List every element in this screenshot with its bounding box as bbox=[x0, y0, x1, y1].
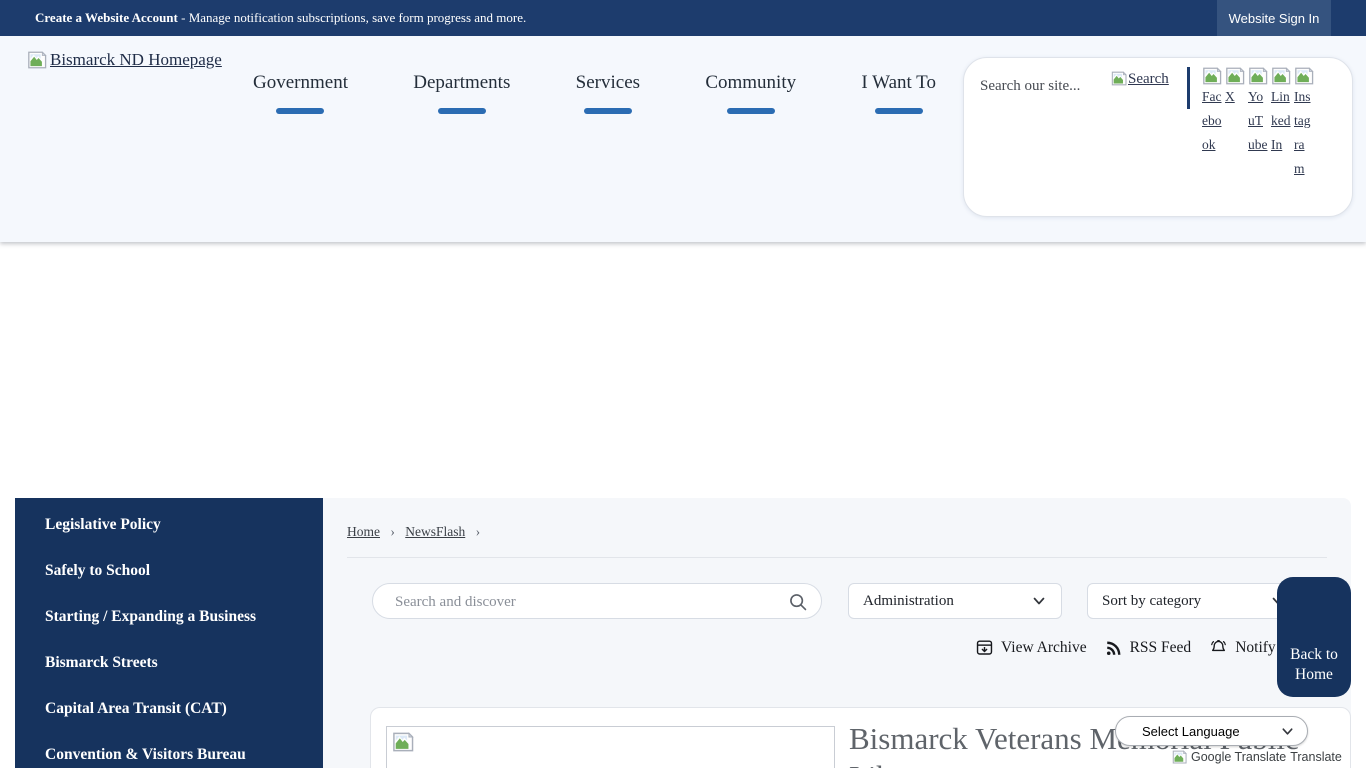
page: Create a Website Account - Manage notifi… bbox=[0, 0, 1366, 768]
google-translate-attribution: Google Translate Translate bbox=[1172, 750, 1342, 764]
broken-image-icon bbox=[392, 732, 414, 752]
nav-label: Government bbox=[253, 70, 348, 96]
broken-image-icon bbox=[27, 51, 47, 69]
vertical-divider bbox=[1187, 67, 1190, 109]
broken-image-icon bbox=[1225, 67, 1245, 85]
search-alt-text: Search bbox=[1128, 71, 1169, 88]
site-header: Bismarck ND Homepage Government Departme… bbox=[0, 36, 1366, 242]
breadcrumb-divider bbox=[347, 557, 1327, 558]
nav-underline bbox=[584, 108, 632, 114]
news-item-image-placeholder bbox=[386, 726, 835, 768]
language-select-value: Select Language bbox=[1142, 724, 1240, 739]
sidebar-item-capital-area-transit[interactable]: Capital Area Transit (CAT) bbox=[15, 686, 323, 732]
breadcrumb-home-link[interactable]: Home bbox=[347, 524, 380, 539]
nav-item-departments[interactable]: Departments bbox=[413, 70, 510, 114]
social-alt-text[interactable]: X bbox=[1225, 85, 1245, 109]
view-archive-link[interactable]: View Archive bbox=[975, 638, 1087, 657]
social-alt-text[interactable]: LinkedIn bbox=[1271, 85, 1291, 157]
site-search-panel: Search our site... Search Facebook X bbox=[963, 57, 1353, 217]
chevron-down-icon bbox=[1280, 724, 1295, 739]
sidebar-item-legislative-policy[interactable]: Legislative Policy bbox=[15, 502, 323, 548]
nav-underline bbox=[276, 108, 324, 114]
broken-image-icon bbox=[1202, 67, 1222, 85]
sidebar-item-bismarck-streets[interactable]: Bismarck Streets bbox=[15, 640, 323, 686]
sort-filter-value: Sort by category bbox=[1102, 593, 1201, 610]
rss-feed-link[interactable]: RSS Feed bbox=[1105, 639, 1192, 657]
sidebar-item-safely-to-school[interactable]: Safely to School bbox=[15, 548, 323, 594]
social-alt-text[interactable]: YouTube bbox=[1248, 85, 1268, 157]
nav-item-community[interactable]: Community bbox=[705, 70, 796, 114]
website-sign-in-button[interactable]: Website Sign In bbox=[1217, 0, 1331, 36]
account-promo-rest: - Manage notification subscriptions, sav… bbox=[178, 10, 526, 25]
social-link-x[interactable]: X bbox=[1225, 67, 1245, 181]
social-link-instagram[interactable]: Instagram bbox=[1294, 67, 1314, 181]
main-navigation: Government Departments Services Communit… bbox=[253, 70, 936, 114]
nav-label: Services bbox=[576, 70, 640, 96]
nav-item-services[interactable]: Services bbox=[576, 70, 640, 114]
language-select[interactable]: Select Language bbox=[1115, 716, 1308, 746]
site-search-input[interactable]: Search our site... bbox=[980, 78, 1080, 95]
category-filter-select[interactable]: Administration bbox=[848, 583, 1062, 619]
left-sidebar-nav: Legislative Policy Safely to School Star… bbox=[15, 498, 323, 768]
nav-underline bbox=[727, 108, 775, 114]
view-archive-label: View Archive bbox=[1001, 639, 1087, 657]
nav-label: I Want To bbox=[861, 70, 936, 96]
home-logo-link[interactable]: Bismarck ND Homepage bbox=[27, 50, 222, 70]
breadcrumb-newsflash-link[interactable]: NewsFlash bbox=[405, 524, 465, 539]
sidebar-item-convention-visitors-bureau[interactable]: Convention & Visitors Bureau bbox=[15, 732, 323, 768]
broken-image-icon bbox=[1172, 750, 1187, 764]
social-alt-text[interactable]: Facebook bbox=[1202, 85, 1222, 157]
back-to-home-button[interactable]: Back to Home bbox=[1277, 577, 1351, 697]
rss-feed-label: RSS Feed bbox=[1130, 639, 1192, 657]
search-icon[interactable] bbox=[788, 592, 808, 612]
sort-filter-select[interactable]: Sort by category bbox=[1087, 583, 1301, 619]
breadcrumb-separator: › bbox=[476, 524, 481, 539]
social-link-facebook[interactable]: Facebook bbox=[1202, 67, 1222, 181]
logo-alt-text: Bismarck ND Homepage bbox=[50, 50, 222, 70]
nav-item-i-want-to[interactable]: I Want To bbox=[861, 70, 936, 114]
social-link-youtube[interactable]: YouTube bbox=[1248, 67, 1268, 181]
broken-image-icon bbox=[1271, 67, 1291, 85]
breadcrumb-separator: › bbox=[390, 524, 395, 539]
bell-icon bbox=[1209, 638, 1228, 657]
social-links: Facebook X YouTube LinkedIn Instagram bbox=[1202, 67, 1314, 181]
rss-icon bbox=[1105, 639, 1123, 657]
translate-label: Translate bbox=[1290, 750, 1342, 764]
archive-icon bbox=[975, 638, 994, 657]
nav-item-government[interactable]: Government bbox=[253, 70, 348, 114]
account-promo-text: Create a Website Account - Manage notifi… bbox=[35, 10, 526, 26]
nav-underline bbox=[438, 108, 486, 114]
newsflash-search-box bbox=[372, 583, 822, 619]
account-promo-bold[interactable]: Create a Website Account bbox=[35, 10, 178, 25]
broken-image-icon bbox=[1111, 71, 1127, 86]
nav-label: Departments bbox=[413, 70, 510, 96]
nav-underline bbox=[875, 108, 923, 114]
newsflash-search-input[interactable] bbox=[393, 584, 787, 620]
top-utility-bar: Create a Website Account - Manage notifi… bbox=[0, 0, 1366, 36]
broken-image-icon bbox=[1294, 67, 1314, 85]
social-alt-text[interactable]: Instagram bbox=[1294, 85, 1314, 181]
search-submit-link[interactable]: Search bbox=[1111, 71, 1169, 88]
sidebar-item-starting-expanding-business[interactable]: Starting / Expanding a Business bbox=[15, 594, 323, 640]
google-translate-logo-alt[interactable]: Google Translate bbox=[1191, 750, 1286, 764]
nav-label: Community bbox=[705, 70, 796, 96]
social-link-linkedin[interactable]: LinkedIn bbox=[1271, 67, 1291, 181]
broken-image-icon bbox=[1248, 67, 1268, 85]
breadcrumb: Home › NewsFlash › bbox=[347, 524, 487, 540]
newsflash-actions: View Archive RSS Feed Notify Me bbox=[975, 638, 1300, 657]
category-filter-value: Administration bbox=[863, 593, 954, 610]
chevron-down-icon bbox=[1031, 593, 1047, 609]
